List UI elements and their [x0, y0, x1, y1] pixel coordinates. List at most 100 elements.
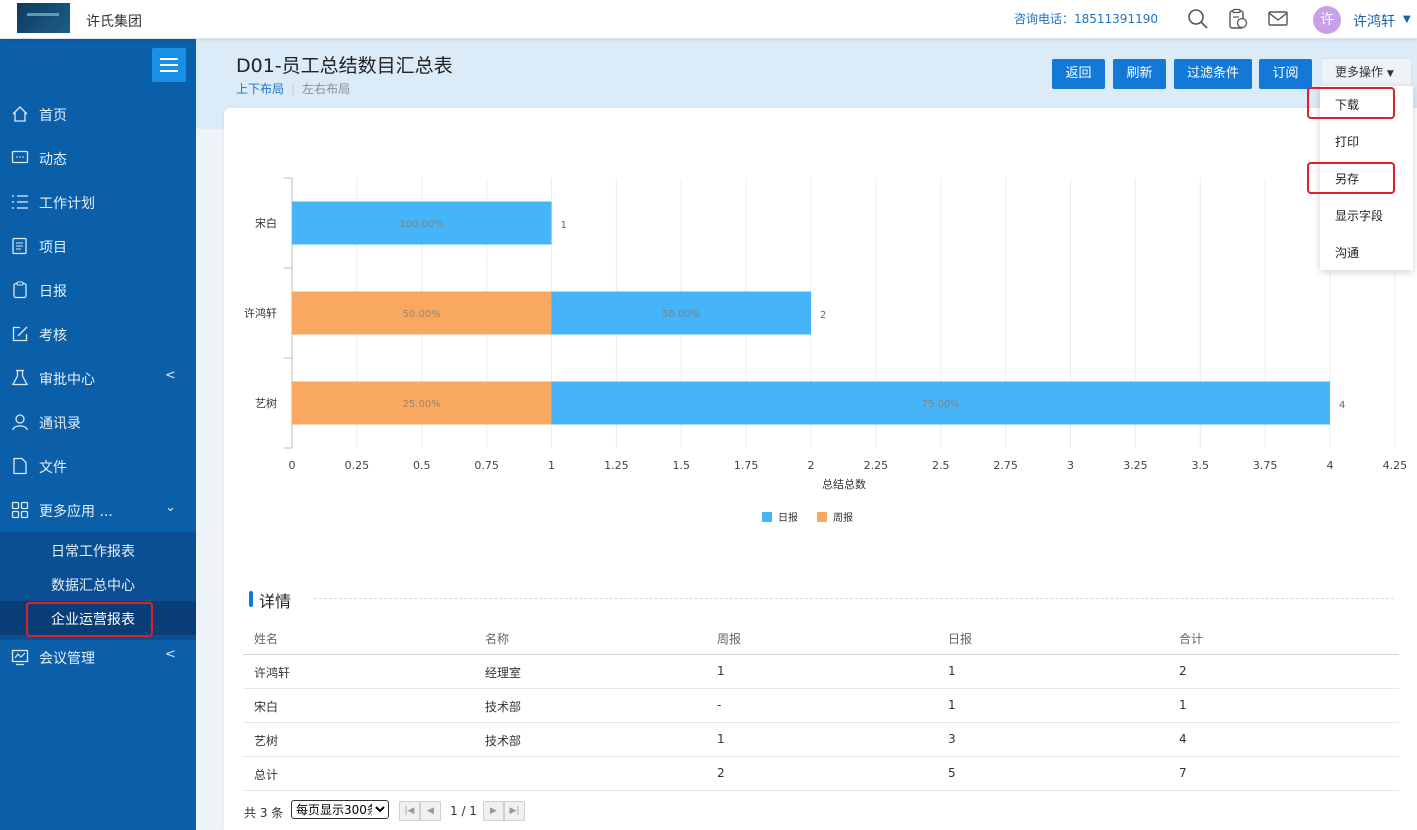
menu-toggle-button[interactable]: [152, 48, 186, 82]
user-name[interactable]: 许鸿轩: [1353, 11, 1395, 31]
sidebar-item-label: 日报: [39, 284, 67, 300]
table-cell: 2: [1179, 664, 1187, 678]
meeting-icon: [11, 649, 29, 666]
table-cell: 宋白: [254, 700, 279, 714]
legend-label: 周报: [833, 511, 853, 524]
x-tick-label: 2: [808, 459, 815, 472]
avatar[interactable]: 许: [1313, 6, 1341, 34]
sidebar-item-approval[interactable]: 审批中心 <: [0, 356, 196, 400]
sidebar-subitem-daily-report[interactable]: 日常工作报表: [51, 541, 135, 561]
legend-label: 日报: [778, 511, 798, 524]
mail-icon[interactable]: [1267, 8, 1289, 30]
report-panel: 0 0.25 0.5 0.75 1 1.25 1.5 1.75 2 2.25 2.5 2.75 3 3.2…: [224, 108, 1417, 830]
highlight-box: [26, 602, 153, 637]
bar-total-label: 2: [820, 310, 826, 321]
col-header: 合计: [1179, 632, 1204, 646]
sidebar-item-label: 审批中心: [39, 372, 95, 388]
table-cell: 1: [948, 664, 956, 678]
table-row[interactable]: 宋白 技术部 - 1 1: [243, 689, 1399, 723]
col-header: 姓名: [254, 632, 279, 646]
company-logo: [17, 3, 70, 33]
layout-tabs: 上下布局 | 左右布局: [236, 82, 351, 96]
page-size-select[interactable]: 每页显示300条: [291, 800, 389, 819]
x-tick-label: 1: [548, 459, 555, 472]
bar-total-label: 4: [1339, 400, 1345, 411]
sidebar-item-label: 会议管理: [39, 651, 95, 667]
table-cell: -: [717, 698, 722, 712]
x-tick-label: 4: [1327, 459, 1334, 472]
tab-top-bottom-layout[interactable]: 上下布局: [236, 82, 284, 96]
x-tick-label: 2.5: [932, 459, 950, 472]
menu-item-communicate[interactable]: 沟通: [1335, 244, 1359, 261]
highlight-box: [1307, 87, 1395, 119]
menu-item-print[interactable]: 打印: [1335, 133, 1359, 150]
sidebar-item-label: 更多应用 ...: [39, 504, 113, 520]
tab-left-right-layout[interactable]: 左右布局: [302, 82, 350, 96]
next-page-button[interactable]: ▶: [483, 801, 504, 821]
x-tick-label: 3.25: [1123, 459, 1148, 472]
chevron-left-icon: <: [165, 368, 176, 383]
x-tick-label: 3.75: [1253, 459, 1278, 472]
bar-data-label: 50.00%: [403, 309, 441, 320]
x-tick-label: 0.25: [345, 459, 370, 472]
table-cell: 艺树: [254, 734, 279, 748]
top-bar: 许氏集团 咨询电话：18511391190 许 许鸿轩 ▼: [0, 0, 1417, 39]
chevron-down-icon[interactable]: ▼: [1403, 14, 1411, 25]
y-category-label: 艺树: [255, 396, 277, 410]
sidebar-item-label: 动态: [39, 152, 67, 168]
x-tick-label: 0: [289, 459, 296, 472]
table-row[interactable]: 艺树 技术部 1 3 4: [243, 723, 1399, 757]
hotline-text: 咨询电话：18511391190: [1014, 12, 1158, 26]
x-axis-title: 总结总数: [822, 477, 866, 491]
prev-page-button[interactable]: ◀: [420, 801, 441, 821]
table-cell: 7: [1179, 766, 1187, 780]
last-page-button[interactable]: ▶|: [504, 801, 525, 821]
sidebar-item-contacts[interactable]: 通讯录: [0, 400, 196, 444]
total-count: 共 3 条: [244, 806, 284, 820]
bar-data-label: 100.00%: [400, 219, 445, 230]
subscribe-button[interactable]: 订阅: [1259, 59, 1312, 89]
filter-button[interactable]: 过滤条件: [1174, 59, 1252, 89]
bar-data-label: 25.00%: [403, 399, 441, 410]
clipboard-icon[interactable]: [1227, 8, 1249, 30]
sidebar-item-assessment[interactable]: 考核: [0, 312, 196, 356]
table-cell: 经理室: [485, 666, 522, 680]
sidebar: 首页 动态 工作计划 项目 日报 考核 审批中心 < 通讯录 文件 更多应用 .…: [0, 39, 196, 830]
bar-data-label: 75.00%: [922, 399, 960, 410]
bar-total-label: 1: [561, 220, 567, 231]
sidebar-item-more-apps[interactable]: 更多应用 ... ⌄: [0, 488, 196, 532]
sidebar-item-meeting[interactable]: 会议管理 <: [0, 635, 196, 679]
x-tick-label: 2.25: [864, 459, 889, 472]
table-cell: 技术部: [485, 700, 522, 714]
bar-chart: 0 0.25 0.5 0.75 1 1.25 1.5 1.75 2 2.25 2.5 2.75 3 3.2…: [244, 177, 1407, 524]
message-icon: [11, 150, 29, 164]
divider: [314, 598, 1394, 599]
col-header: 名称: [485, 632, 510, 646]
page-indicator: 1 / 1: [450, 804, 477, 818]
sidebar-item-feed[interactable]: 动态: [0, 136, 196, 180]
project-icon: [12, 237, 27, 255]
menu-item-show-fields[interactable]: 显示字段: [1335, 207, 1383, 224]
table-cell: 总计: [254, 768, 279, 782]
sidebar-item-label: 考核: [39, 328, 67, 344]
y-category-label: 宋白: [255, 216, 277, 230]
x-tick-label: 0.5: [413, 459, 431, 472]
x-tick-label: 1.75: [734, 459, 759, 472]
chevron-left-icon: <: [165, 647, 176, 662]
sidebar-item-project[interactable]: 项目: [0, 224, 196, 268]
sidebar-item-files[interactable]: 文件: [0, 444, 196, 488]
sidebar-subitem-data-center[interactable]: 数据汇总中心: [51, 575, 135, 595]
contact-icon: [12, 414, 28, 431]
sidebar-item-label: 文件: [39, 460, 67, 476]
sidebar-item-work-plan[interactable]: 工作计划: [0, 180, 196, 224]
more-actions-button[interactable]: 更多操作 ▼: [1321, 58, 1412, 87]
table-cell: 许鸿轩: [254, 666, 291, 680]
back-button[interactable]: 返回: [1052, 59, 1105, 89]
sidebar-item-home[interactable]: 首页: [0, 92, 196, 136]
sidebar-item-daily[interactable]: 日报: [0, 268, 196, 312]
first-page-button[interactable]: |◀: [399, 801, 420, 821]
file-icon: [13, 457, 27, 475]
search-icon[interactable]: [1187, 8, 1209, 30]
table-row[interactable]: 许鸿轩 经理室 1 1 2: [243, 655, 1399, 689]
refresh-button[interactable]: 刷新: [1113, 59, 1166, 89]
